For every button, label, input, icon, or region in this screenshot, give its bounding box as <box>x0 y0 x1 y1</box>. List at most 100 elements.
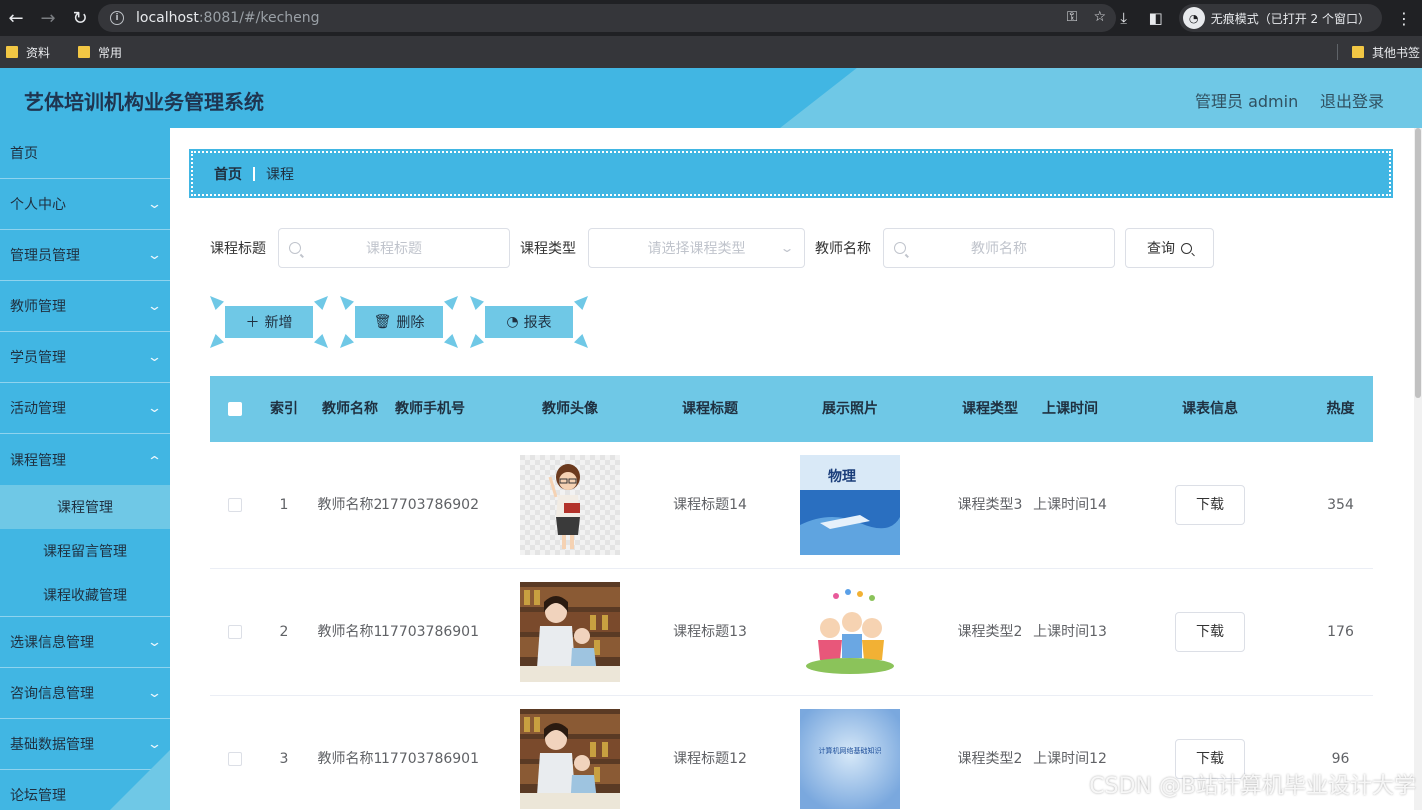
course-table: 索引 教师名称 教师手机号 教师头像 课程标题 展示照片 课程类型 上课时间 课… <box>210 376 1373 810</box>
query-button[interactable]: 查询 <box>1125 228 1214 268</box>
chevron-down-icon: ⌄ <box>146 634 163 650</box>
chevron-down-icon: ⌄ <box>146 349 163 365</box>
column-header: 索引 <box>270 400 298 417</box>
column-header: 教师名称 <box>322 400 378 417</box>
sidebar-item-home[interactable]: 首页 <box>0 128 170 179</box>
sidebar-item-consult[interactable]: 咨询信息管理 ⌄ <box>0 668 170 719</box>
course-photo[interactable]: 计算机网络基础知识 <box>800 709 900 809</box>
download-button[interactable]: 下载 <box>1175 485 1245 525</box>
other-bookmarks[interactable]: 其他书签 <box>1351 36 1420 68</box>
sidebar-item-students[interactable]: 学员管理 ⌄ <box>0 332 170 383</box>
bookmark-folder[interactable]: 资料 <box>6 44 50 61</box>
sidebar: 首页 个人中心 ⌄ 管理员管理 ⌄ 教师管理 ⌄ 学员管理 ⌄ 活动管理 ⌄ 课程管理 ⌄ … <box>0 128 170 810</box>
type-select[interactable]: 请选择课程类型 ⌄ <box>588 228 805 268</box>
site-info-icon[interactable]: i <box>110 11 124 25</box>
folder-icon <box>1351 46 1364 58</box>
delete-button-wrap: 🗑 删除 <box>340 296 458 348</box>
breadcrumb-home[interactable]: 首页 <box>214 164 242 184</box>
course-photo[interactable]: 物理 <box>800 455 900 555</box>
watermark: CSDN @B站计算机毕业设计大学 <box>1089 774 1416 799</box>
cell-title: 课程标题13 <box>673 623 747 640</box>
download-icon[interactable]: ⤓ <box>1115 9 1133 27</box>
delete-button[interactable]: 🗑 删除 <box>355 306 443 338</box>
sidebar-item-activities[interactable]: 活动管理 ⌄ <box>0 383 170 434</box>
add-button[interactable]: ＋新增 <box>225 306 313 338</box>
search-icon <box>1181 242 1192 254</box>
table-row: 1 教师名称2 17703786902 课程标题14 物理 课程类型3 上课时间… <box>210 442 1373 569</box>
incognito-label: 无痕模式（已打开 2 个窗口） <box>1210 11 1370 26</box>
breadcrumb-separator <box>253 166 255 181</box>
reload-icon[interactable]: ↻ <box>64 0 96 36</box>
row-checkbox[interactable] <box>228 752 242 766</box>
teacher-avatar[interactable] <box>520 709 620 809</box>
bookmarks-bar: 资料 常用 其他书签 <box>0 36 1422 68</box>
folder-icon <box>6 46 18 58</box>
teacher-search-input[interactable]: 教师名称 <box>883 228 1115 268</box>
cell-index: 3 <box>279 750 289 767</box>
type-placeholder: 请选择课程类型 <box>647 241 746 257</box>
cell-time: 上课时间13 <box>1033 623 1107 640</box>
network-book-text: 计算机网络基础知识 <box>819 746 882 755</box>
cell-index: 1 <box>279 496 289 513</box>
forward-icon[interactable]: → <box>32 0 64 36</box>
sidebar-item-admins[interactable]: 管理员管理 ⌄ <box>0 230 170 281</box>
url-text: localhost:8081/#/kecheng <box>136 10 320 26</box>
cell-teacher: 教师名称1 <box>317 750 383 767</box>
cell-heat: 176 <box>1327 623 1354 640</box>
sidebar-subitem-course-comments[interactable]: 课程留言管理 <box>0 529 170 573</box>
cell-time: 上课时间14 <box>1033 496 1107 513</box>
sidebar-item-teachers[interactable]: 教师管理 ⌄ <box>0 281 170 332</box>
row-checkbox[interactable] <box>228 498 242 512</box>
sidebar-decoration <box>110 750 170 810</box>
column-header: 教师头像 <box>542 400 598 417</box>
chevron-down-icon: ⌄ <box>146 685 163 701</box>
cell-phone: 17703786901 <box>381 623 479 640</box>
row-checkbox[interactable] <box>228 625 242 639</box>
chevron-down-icon: ⌄ <box>146 247 163 263</box>
sidebar-item-enrollment[interactable]: 选课信息管理 ⌄ <box>0 617 170 668</box>
pie-chart-icon: ◔ <box>506 314 519 330</box>
sidebar-subitem-course-manage[interactable]: 课程管理 <box>0 485 170 529</box>
current-user: 管理员 admin <box>1195 92 1299 111</box>
column-header: 热度 <box>1326 400 1355 417</box>
download-button[interactable]: 下载 <box>1175 612 1245 652</box>
scrollbar-thumb[interactable] <box>1415 128 1421 398</box>
chevron-down-icon: ⌄ <box>146 400 163 416</box>
back-icon[interactable]: ← <box>0 0 32 36</box>
incognito-badge[interactable]: ◔ 无痕模式（已打开 2 个窗口） <box>1178 4 1382 32</box>
logout-link[interactable]: 退出登录 <box>1320 88 1384 112</box>
title-search-input[interactable]: 课程标题 <box>278 228 510 268</box>
column-header: 教师手机号 <box>395 400 465 417</box>
app-header: 艺体培训机构业务管理系统 管理员 admin 退出登录 <box>0 68 1422 128</box>
teacher-avatar[interactable] <box>520 582 620 682</box>
chevron-down-icon: ⌄ <box>779 241 795 255</box>
trash-icon: 🗑 <box>373 314 392 330</box>
cell-title: 课程标题14 <box>673 496 747 513</box>
cell-phone: 17703786902 <box>381 496 479 513</box>
key-icon[interactable]: ⚿ <box>1067 9 1078 25</box>
sidebar-subitem-course-favorites[interactable]: 课程收藏管理 <box>0 573 170 617</box>
app-title: 艺体培训机构业务管理系统 <box>24 90 264 114</box>
column-header: 展示照片 <box>822 400 878 417</box>
page-scrollbar[interactable] <box>1414 128 1422 810</box>
address-bar[interactable]: i localhost:8081/#/kecheng ⚿ ☆ <box>98 4 1116 32</box>
teacher-label: 教师名称 <box>815 241 871 257</box>
column-header: 课程标题 <box>682 400 738 417</box>
sidepanel-icon[interactable]: ◧ <box>1147 9 1165 27</box>
teacher-avatar[interactable] <box>520 455 620 555</box>
cell-type: 课程类型2 <box>957 750 1023 767</box>
chevron-down-icon: ⌄ <box>146 196 163 212</box>
sidebar-item-profile[interactable]: 个人中心 ⌄ <box>0 179 170 230</box>
add-button-wrap: ＋新增 <box>210 296 328 348</box>
search-form: 课程标题 课程标题 课程类型 请选择课程类型 ⌄ 教师名称 教师名称 查询 <box>210 228 1214 268</box>
bookmark-folder[interactable]: 常用 <box>78 44 122 61</box>
menu-icon[interactable]: ⋮ <box>1396 9 1412 28</box>
star-icon[interactable]: ☆ <box>1093 9 1106 25</box>
title-label: 课程标题 <box>210 241 266 257</box>
report-button[interactable]: ◔ 报表 <box>485 306 573 338</box>
course-photo[interactable] <box>800 582 900 682</box>
sidebar-item-courses[interactable]: 课程管理 ⌄ <box>0 434 170 485</box>
incognito-icon: ◔ <box>1182 7 1205 29</box>
select-all-checkbox[interactable] <box>228 402 242 416</box>
breadcrumb-current: 课程 <box>266 166 294 183</box>
